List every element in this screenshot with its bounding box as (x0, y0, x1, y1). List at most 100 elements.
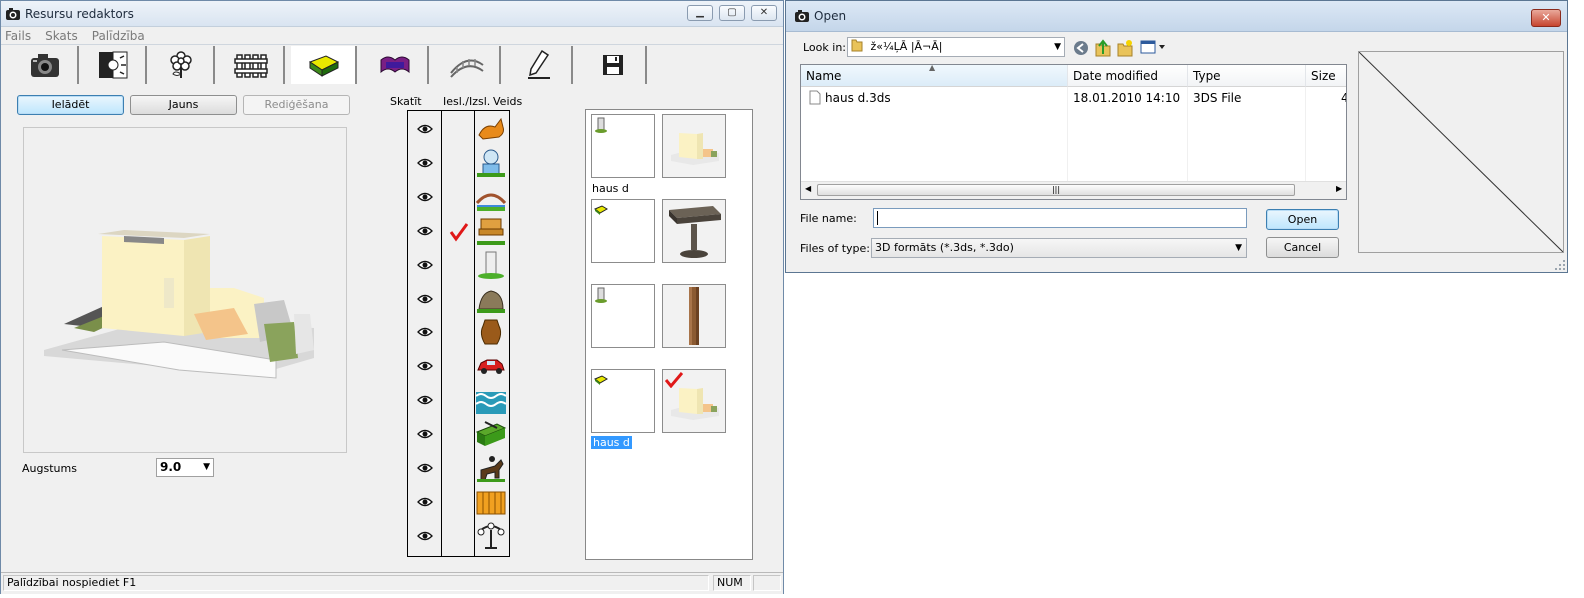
toolbar-bridges-button[interactable] (435, 46, 501, 84)
dialog-close-button[interactable]: ✕ (1531, 9, 1561, 27)
selected-thumb-label[interactable]: haus d (591, 436, 632, 449)
visibility-toggle-eye-icon[interactable] (417, 530, 433, 542)
layer-enable-toggle[interactable] (442, 181, 474, 213)
camera-icon (31, 54, 59, 77)
texture-thumb[interactable] (591, 199, 655, 263)
bench-icon[interactable] (475, 215, 507, 247)
close-button[interactable]: ✕ (751, 5, 777, 21)
maximize-button[interactable]: ▢ (719, 5, 745, 21)
layer-enable-toggle[interactable] (442, 520, 474, 552)
status-help-text: Palīdzībai nospiediet F1 (3, 575, 709, 591)
layer-enable-toggle[interactable] (442, 418, 474, 450)
visibility-toggle-eye-icon[interactable] (417, 428, 433, 440)
visibility-toggle-eye-icon[interactable] (417, 123, 433, 135)
layer-enable-toggle[interactable] (442, 384, 474, 416)
texture-thumb[interactable] (591, 114, 655, 178)
vase-icon[interactable] (475, 316, 507, 348)
load-button[interactable]: Ielādēt (17, 95, 124, 115)
visibility-toggle-eye-icon[interactable] (417, 225, 433, 237)
toolbar-plants-button[interactable] (149, 46, 215, 84)
layer-enable-toggle[interactable] (442, 113, 474, 145)
back-icon[interactable] (1073, 40, 1089, 56)
visibility-toggle-eye-icon[interactable] (417, 496, 433, 508)
toolbar-save-button[interactable] (581, 46, 647, 84)
resource-thumbnail-panel: haus d haus d (585, 109, 753, 560)
look-in-select[interactable]: ž«¼ĻĀ |Ā¬Ā| ▼ (847, 37, 1065, 57)
height-select[interactable]: 9.0 ▼ (156, 458, 214, 477)
toolbar-furniture-button[interactable] (291, 46, 357, 84)
visibility-toggle-eye-icon[interactable] (417, 191, 433, 203)
layer-enable-toggle[interactable] (442, 316, 474, 348)
menu-file[interactable]: Fails (5, 29, 31, 43)
layer-enable-toggle[interactable] (442, 249, 474, 281)
file-list[interactable]: Name ▲ Date modified Type Size haus d.3ds… (800, 64, 1347, 200)
column-header-type[interactable]: Type (1188, 65, 1306, 87)
flower-icon (170, 51, 192, 78)
water-icon[interactable] (475, 384, 507, 416)
files-of-type-select[interactable]: 3D formāts (*.3ds, *.3do) ▼ (871, 238, 1247, 258)
layer-table (407, 110, 510, 557)
cancel-button[interactable]: Cancel (1266, 237, 1339, 258)
cat-icon[interactable] (475, 113, 507, 145)
person-icon[interactable] (475, 147, 507, 179)
visibility-toggle-eye-icon[interactable] (417, 394, 433, 406)
texture-thumb[interactable] (591, 369, 655, 433)
hedge-icon[interactable] (475, 418, 507, 450)
chevron-down-icon: ▼ (1054, 42, 1061, 52)
up-folder-icon[interactable] (1095, 39, 1111, 57)
view-menu-icon[interactable] (1140, 40, 1166, 54)
header-view: Skatīt (390, 95, 422, 108)
model-thumb-haus-selected[interactable] (662, 369, 726, 433)
column-header-date[interactable]: Date modified (1068, 65, 1188, 87)
texture-thumb[interactable] (591, 284, 655, 348)
folder-icon (851, 39, 863, 52)
menu-help[interactable]: Palīdzība (92, 29, 145, 43)
toolbar-daynight-button[interactable] (81, 46, 147, 84)
scroll-right-icon[interactable]: ▶ (1336, 184, 1342, 193)
carpet-icon (380, 56, 410, 74)
file-row[interactable]: haus d.3ds 18.01.2010 14:10 3DS File 4 (801, 89, 1346, 107)
rock-icon[interactable] (475, 283, 507, 315)
model-thumb-table[interactable] (662, 199, 726, 263)
horizontal-scrollbar[interactable]: ◀ ||| ▶ (801, 181, 1346, 199)
file-name-input[interactable] (873, 208, 1247, 228)
scroll-thumb[interactable]: ||| (817, 184, 1295, 196)
layer-enable-toggle[interactable] (442, 215, 474, 247)
visibility-toggle-eye-icon[interactable] (417, 360, 433, 372)
horse-rider-icon[interactable] (475, 452, 507, 484)
visibility-toggle-eye-icon[interactable] (417, 157, 433, 169)
toolbar-edit-button[interactable] (507, 46, 573, 84)
toolbar-camera-button[interactable] (13, 46, 79, 84)
layer-enable-toggle[interactable] (442, 486, 474, 518)
new-folder-icon[interactable] (1117, 39, 1133, 57)
lamp-icon[interactable] (475, 520, 507, 552)
layer-enable-toggle[interactable] (442, 350, 474, 382)
visibility-toggle-eye-icon[interactable] (417, 259, 433, 271)
edit-button[interactable]: Rediģēšana (243, 95, 350, 115)
menu-view[interactable]: Skats (45, 29, 78, 43)
new-button[interactable]: Jauns (130, 95, 237, 115)
visibility-toggle-eye-icon[interactable] (417, 462, 433, 474)
minimize-button[interactable]: ▁ (687, 5, 713, 21)
model-preview-3d[interactable] (23, 127, 347, 453)
visibility-toggle-eye-icon[interactable] (417, 326, 433, 338)
visibility-toggle-eye-icon[interactable] (417, 293, 433, 305)
fence-icon (234, 54, 268, 78)
layer-enable-toggle[interactable] (442, 452, 474, 484)
column-header-size[interactable]: Size (1306, 65, 1346, 87)
scroll-left-icon[interactable]: ◀ (805, 184, 811, 193)
toolbar-fences-button[interactable] (219, 46, 285, 84)
resize-grip-icon[interactable] (1554, 259, 1566, 271)
car-icon[interactable] (475, 350, 507, 382)
column-icon[interactable] (475, 249, 507, 281)
model-thumb-haus[interactable] (662, 114, 726, 178)
layer-enable-toggle[interactable] (442, 283, 474, 315)
fence-icon[interactable] (475, 486, 507, 518)
open-button[interactable]: Open (1266, 209, 1339, 230)
toolbar-surfaces-button[interactable] (363, 46, 429, 84)
pencil-icon (528, 49, 550, 79)
layer-enable-toggle[interactable] (442, 147, 474, 179)
model-thumb-post[interactable] (662, 284, 726, 348)
column-header-name[interactable]: Name ▲ (801, 65, 1068, 87)
bridge-icon[interactable] (475, 181, 507, 213)
